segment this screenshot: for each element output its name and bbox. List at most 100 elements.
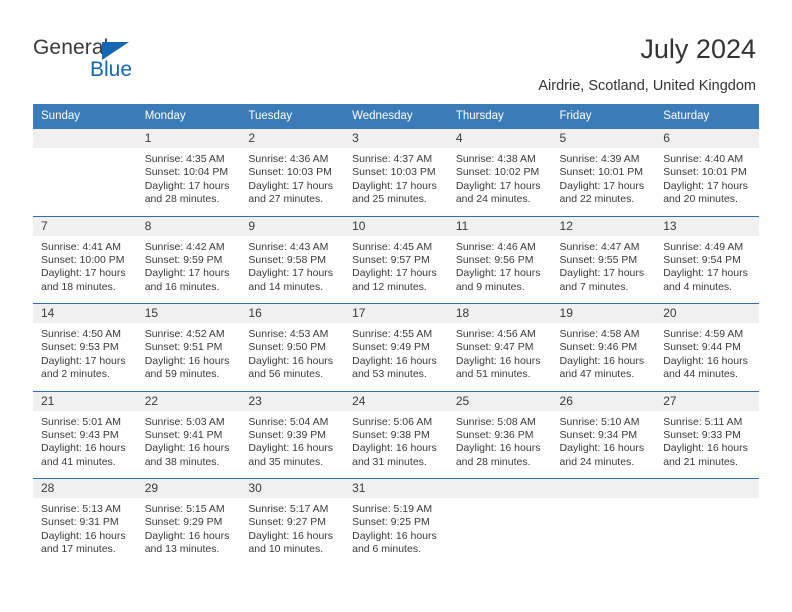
- day-info-cell[interactable]: Sunrise: 4:58 AM Sunset: 9:46 PM Daylight:…: [551, 323, 656, 392]
- day-number-cell[interactable]: 23: [240, 391, 345, 411]
- day-info-cell[interactable]: Sunrise: 4:56 AM Sunset: 9:47 PM Daylight:…: [447, 323, 552, 392]
- day-number-cell-empty: [551, 478, 656, 498]
- day-number-cell[interactable]: 6: [655, 129, 759, 148]
- day-info-cell[interactable]: Sunrise: 4:35 AM Sunset: 10:04 PM Daylight…: [136, 148, 241, 217]
- sunrise-text: Sunrise: 5:08 AM: [455, 415, 536, 428]
- day-info-cell[interactable]: Sunrise: 5:01 AM Sunset: 9:43 PM Daylight:…: [33, 410, 137, 479]
- day-number-cell[interactable]: 10: [344, 216, 448, 236]
- day-info-cell[interactable]: Sunrise: 5:06 AM Sunset: 9:38 PM Daylight:…: [344, 410, 448, 479]
- day-number-cell[interactable]: 16: [240, 303, 345, 323]
- day-number-cell[interactable]: 11: [447, 216, 552, 236]
- day-info-cell[interactable]: Sunrise: 4:50 AM Sunset: 9:53 PM Daylight:…: [33, 323, 137, 392]
- day-info-cell[interactable]: Sunrise: 4:43 AM Sunset: 9:58 PM Daylight:…: [240, 235, 345, 304]
- day-info-cell[interactable]: Sunrise: 5:03 AM Sunset: 9:41 PM Daylight:…: [136, 410, 241, 479]
- day-info-cell[interactable]: Sunrise: 4:40 AM Sunset: 10:01 PM Daylight…: [655, 148, 759, 217]
- daylight-text-line2: and 14 minutes.: [248, 280, 324, 293]
- day-info-cell[interactable]: Sunrise: 4:42 AM Sunset: 9:59 PM Daylight:…: [136, 235, 241, 304]
- day-number-cell[interactable]: 18: [447, 303, 552, 323]
- day-info-cell[interactable]: Sunrise: 4:36 AM Sunset: 10:03 PM Daylight…: [240, 148, 345, 217]
- day-info-cell[interactable]: Sunrise: 4:59 AM Sunset: 9:44 PM Daylight:…: [655, 323, 759, 392]
- day-number-cell[interactable]: 25: [447, 391, 552, 411]
- day-info-cell[interactable]: Sunrise: 4:37 AM Sunset: 10:03 PM Daylight…: [344, 148, 448, 217]
- day-info-cell[interactable]: Sunrise: 4:47 AM Sunset: 9:55 PM Daylight:…: [551, 235, 656, 304]
- day-info-cell[interactable]: Sunrise: 4:39 AM Sunset: 10:01 PM Daylight…: [551, 148, 656, 217]
- day-info-cell[interactable]: Sunrise: 5:13 AM Sunset: 9:31 PM Daylight:…: [33, 498, 137, 566]
- daylight-text-line1: Daylight: 16 hours: [248, 354, 334, 367]
- day-number-cell[interactable]: 2: [240, 129, 345, 148]
- sunset-text: Sunset: 10:03 PM: [352, 166, 436, 179]
- sunrise-text: Sunrise: 4:36 AM: [248, 153, 329, 165]
- day-number-cell[interactable]: 19: [551, 303, 656, 323]
- sunrise-text: Sunrise: 5:01 AM: [41, 415, 121, 428]
- day-number-cell[interactable]: 31: [344, 478, 448, 498]
- sunset-text: Sunset: 9:49 PM: [352, 341, 430, 354]
- week-daynumber-row: 21 22 23 24 25 26 27: [33, 391, 759, 411]
- day-info-cell[interactable]: Sunrise: 4:53 AM Sunset: 9:50 PM Daylight:…: [240, 323, 345, 392]
- day-info-cell[interactable]: Sunrise: 4:52 AM Sunset: 9:51 PM Daylight:…: [136, 323, 241, 392]
- daylight-text-line1: Daylight: 16 hours: [352, 442, 437, 455]
- day-number-cell[interactable]: 22: [136, 391, 241, 411]
- day-number-cell[interactable]: 30: [240, 478, 345, 498]
- sunset-text: Sunset: 9:56 PM: [455, 253, 534, 266]
- daylight-text-line2: and 27 minutes.: [248, 193, 324, 206]
- sunrise-text: Sunrise: 4:35 AM: [144, 153, 225, 165]
- day-info-cell[interactable]: Sunrise: 5:08 AM Sunset: 9:36 PM Daylight:…: [447, 410, 552, 479]
- day-number-cell[interactable]: 4: [447, 129, 552, 148]
- day-number-cell[interactable]: 24: [344, 391, 448, 411]
- day-info-cell[interactable]: Sunrise: 5:11 AM Sunset: 9:33 PM Daylight:…: [655, 410, 759, 479]
- day-number-cell[interactable]: 20: [655, 303, 759, 323]
- day-number-cell[interactable]: 28: [33, 478, 137, 498]
- sunset-text: Sunset: 9:25 PM: [352, 516, 430, 529]
- sunset-text: Sunset: 9:33 PM: [663, 428, 741, 441]
- day-number-cell[interactable]: 1: [136, 129, 241, 148]
- day-number-cell[interactable]: 5: [551, 129, 656, 148]
- sunrise-text: Sunrise: 4:37 AM: [352, 153, 433, 165]
- sunset-text: Sunset: 9:59 PM: [144, 253, 223, 266]
- day-info-cell[interactable]: Sunrise: 4:46 AM Sunset: 9:56 PM Daylight:…: [447, 235, 552, 304]
- day-number-cell[interactable]: 9: [240, 216, 345, 236]
- sunrise-text: Sunrise: 5:04 AM: [248, 415, 329, 428]
- daylight-text-line2: and 28 minutes.: [455, 455, 531, 468]
- day-info-cell-empty: [655, 498, 759, 566]
- daylight-text-line1: Daylight: 17 hours: [352, 267, 437, 280]
- daylight-text-line2: and 24 minutes.: [559, 455, 635, 468]
- sunset-text: Sunset: 9:36 PM: [455, 428, 534, 441]
- daylight-text-line2: and 4 minutes.: [663, 280, 733, 293]
- day-info-cell[interactable]: Sunrise: 5:17 AM Sunset: 9:27 PM Daylight:…: [240, 498, 345, 566]
- day-info-cell[interactable]: Sunrise: 5:15 AM Sunset: 9:29 PM Daylight:…: [136, 498, 241, 566]
- day-number-cell[interactable]: 17: [344, 303, 448, 323]
- daylight-text-line2: and 10 minutes.: [248, 543, 324, 556]
- sunset-text: Sunset: 9:58 PM: [248, 253, 327, 266]
- daylight-text-line2: and 24 minutes.: [455, 193, 531, 206]
- day-number-cell[interactable]: 12: [551, 216, 656, 236]
- sunset-text: Sunset: 10:01 PM: [663, 166, 747, 179]
- day-number-cell[interactable]: 21: [33, 391, 137, 411]
- sunrise-text: Sunrise: 5:19 AM: [352, 503, 433, 515]
- daylight-text-line2: and 12 minutes.: [352, 280, 427, 293]
- weekday-header-saturday: Saturday: [655, 104, 759, 129]
- daylight-text-line2: and 44 minutes.: [663, 368, 738, 381]
- day-number-cell[interactable]: 29: [136, 478, 241, 498]
- day-number-cell[interactable]: 8: [136, 216, 241, 236]
- day-number-cell[interactable]: 26: [551, 391, 656, 411]
- day-info-cell[interactable]: Sunrise: 5:04 AM Sunset: 9:39 PM Daylight:…: [240, 410, 345, 479]
- day-info-cell[interactable]: Sunrise: 4:55 AM Sunset: 9:49 PM Daylight:…: [344, 323, 448, 392]
- day-info-cell[interactable]: Sunrise: 4:38 AM Sunset: 10:02 PM Daylight…: [447, 148, 552, 217]
- day-info-cell[interactable]: Sunrise: 5:10 AM Sunset: 9:34 PM Daylight:…: [551, 410, 656, 479]
- day-number-cell[interactable]: 7: [33, 216, 137, 236]
- calendar-page: General Blue July 2024 Airdrie, Scotland…: [0, 0, 792, 612]
- day-info-cell[interactable]: Sunrise: 5:19 AM Sunset: 9:25 PM Daylight:…: [344, 498, 448, 566]
- day-number-cell[interactable]: 13: [655, 216, 759, 236]
- day-number-cell[interactable]: 14: [33, 303, 137, 323]
- sunrise-text: Sunrise: 5:06 AM: [352, 415, 433, 428]
- day-number-cell[interactable]: 15: [136, 303, 241, 323]
- day-info-cell[interactable]: Sunrise: 4:45 AM Sunset: 9:57 PM Daylight:…: [344, 235, 448, 304]
- general-blue-logo[interactable]: General Blue: [33, 36, 233, 86]
- week-daynumber-row: 14 15 16 17 18 19 20: [33, 303, 759, 323]
- daylight-text-line1: Daylight: 16 hours: [663, 354, 748, 367]
- sunrise-text: Sunrise: 4:47 AM: [559, 240, 640, 253]
- day-info-cell[interactable]: Sunrise: 4:49 AM Sunset: 9:54 PM Daylight:…: [655, 235, 759, 304]
- day-info-cell[interactable]: Sunrise: 4:41 AM Sunset: 10:00 PM Daylight…: [33, 235, 137, 304]
- day-number-cell[interactable]: 3: [344, 129, 448, 148]
- day-number-cell[interactable]: 27: [655, 391, 759, 411]
